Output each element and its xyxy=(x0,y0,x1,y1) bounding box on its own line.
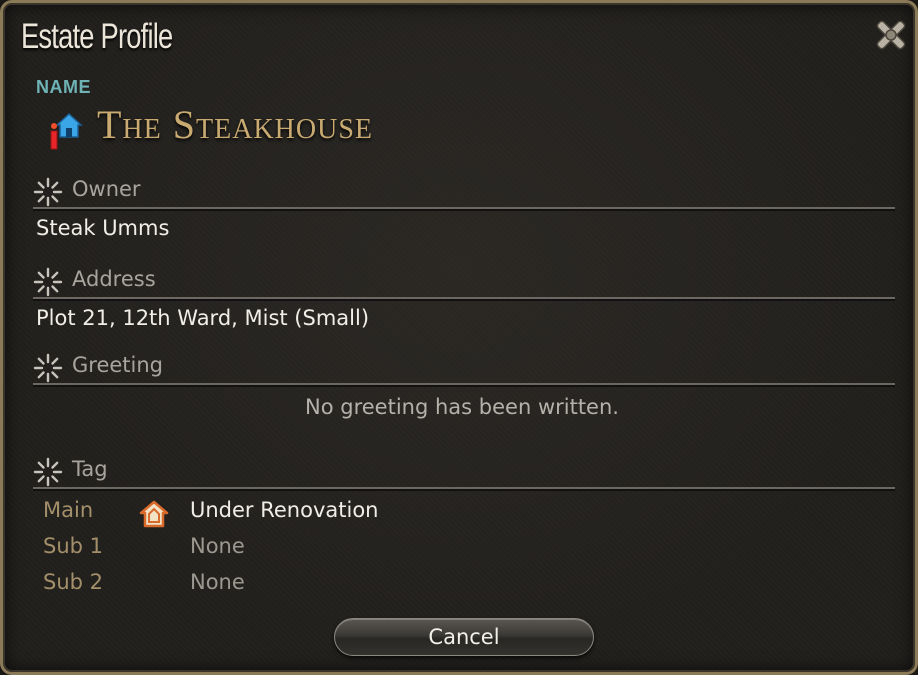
address-label: Address xyxy=(72,267,156,291)
cancel-button[interactable]: Cancel xyxy=(334,618,594,656)
burst-icon xyxy=(33,457,63,487)
close-x-icon[interactable] xyxy=(871,15,911,55)
owner-section-header: Owner xyxy=(33,173,895,209)
tag-row-sub2: Sub 2 None xyxy=(43,570,643,600)
tag-row-sub1: Sub 1 None xyxy=(43,534,643,564)
owner-value: Steak Umms xyxy=(36,216,170,240)
owner-label: Owner xyxy=(72,177,141,201)
burst-icon xyxy=(33,177,63,207)
tag-key: Sub 2 xyxy=(43,570,104,594)
tag-value: Under Renovation xyxy=(190,498,379,522)
burst-icon xyxy=(33,353,63,383)
name-label: NAME xyxy=(36,77,91,97)
tag-section-header: Tag xyxy=(33,453,895,489)
house-icon xyxy=(50,112,83,150)
address-value: Plot 21, 12th Ward, Mist (Small) xyxy=(36,306,370,330)
address-section-header: Address xyxy=(33,263,895,299)
greeting-section-header: Greeting xyxy=(33,349,895,385)
tag-value: None xyxy=(190,570,245,594)
tag-key: Sub 1 xyxy=(43,534,104,558)
window-title: Estate Profile xyxy=(21,17,173,56)
tag-row-main: Main Under Renovation xyxy=(43,498,643,528)
estate-profile-window: Estate Profile NAME The Steakhouse Owner… xyxy=(0,0,918,675)
tag-value: None xyxy=(190,534,245,558)
burst-icon xyxy=(33,267,63,297)
estate-name: The Steakhouse xyxy=(97,102,373,147)
tag-label: Tag xyxy=(72,457,108,481)
tag-key: Main xyxy=(43,498,94,522)
greeting-label: Greeting xyxy=(72,353,163,377)
greeting-value: No greeting has been written. xyxy=(305,395,619,419)
renovation-house-icon xyxy=(139,500,169,528)
